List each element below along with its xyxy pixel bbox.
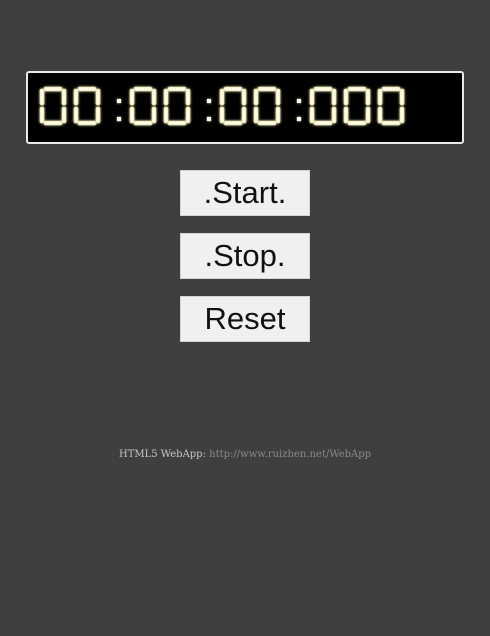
colon-separator [117, 99, 121, 121]
digit [39, 86, 67, 126]
footer-label: HTML5 WebApp: [118, 449, 206, 460]
digit [253, 86, 281, 126]
digit [73, 86, 101, 126]
digit [309, 86, 337, 126]
start-button[interactable]: .Start. [180, 170, 310, 216]
stopwatch-display [26, 71, 464, 144]
footer: HTML5 WebApp: http://www.ruizhen.net/Web… [0, 449, 490, 460]
colon-separator [297, 99, 301, 121]
time-readout [39, 86, 405, 126]
reset-button[interactable]: Reset [180, 296, 310, 342]
digit [377, 86, 405, 126]
colon-separator [207, 99, 211, 121]
digit [219, 86, 247, 126]
stop-button[interactable]: .Stop. [180, 233, 310, 279]
digit [129, 86, 157, 126]
digit [343, 86, 371, 126]
webapp-link[interactable]: http://www.ruizhen.net/WebApp [209, 449, 371, 460]
digit [163, 86, 191, 126]
